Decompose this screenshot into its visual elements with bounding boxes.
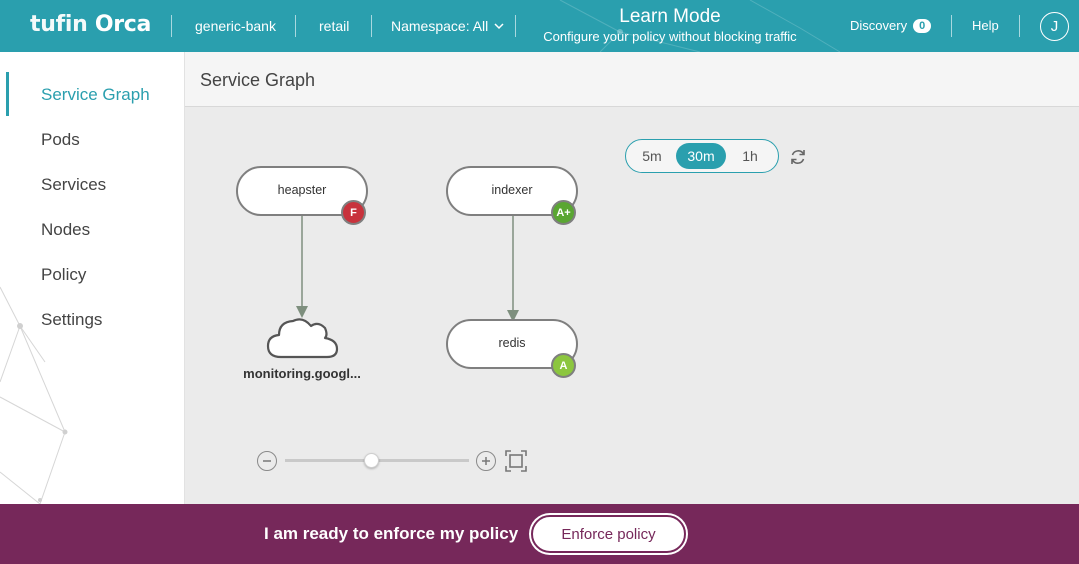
divider (1019, 15, 1020, 37)
namespace-label: Namespace: All (391, 18, 489, 34)
node-label: redis (498, 336, 526, 350)
cluster-selector[interactable]: retail (319, 18, 349, 34)
sidebar-item-pods[interactable]: Pods (41, 130, 80, 150)
time-range-5m[interactable]: 5m (630, 143, 674, 169)
sidebar-item-service-graph[interactable]: Service Graph (41, 85, 150, 105)
divider (295, 15, 296, 37)
network-decoration (0, 286, 68, 504)
enforce-message: I am ready to enforce my policy (264, 524, 519, 543)
active-indicator (6, 72, 9, 116)
tufin-orca-logo[interactable]: tufin Orca (30, 12, 151, 37)
minus-icon (263, 460, 271, 462)
cloud-icon[interactable] (265, 313, 341, 363)
node-label: indexer (491, 183, 533, 197)
discovery-button[interactable]: Discovery 0 (850, 18, 932, 33)
node-label: heapster (277, 183, 327, 197)
namespace-dropdown[interactable]: Namespace: All (391, 18, 504, 34)
sidebar-item-settings[interactable]: Settings (41, 310, 102, 330)
service-graph-canvas[interactable]: 5m 30m 1h heapster F indexer A+ redis A … (185, 107, 1079, 504)
time-range-toggle: 5m 30m 1h (625, 139, 779, 173)
divider (515, 15, 516, 37)
top-bar: tufin Orca generic-bank retail Namespace… (0, 0, 1079, 52)
time-range-1h[interactable]: 1h (728, 143, 772, 169)
help-link[interactable]: Help (972, 18, 999, 33)
fit-to-screen-icon[interactable] (505, 450, 527, 472)
sidebar-item-services[interactable]: Services (41, 175, 106, 195)
enforce-policy-bar: I am ready to enforce my policy Enforce … (0, 504, 1079, 564)
chevron-down-icon (494, 22, 504, 33)
discovery-label: Discovery (850, 18, 908, 33)
security-grade-badge: A+ (551, 200, 576, 225)
security-grade-badge: A (551, 353, 576, 378)
discovery-count-badge: 0 (913, 18, 932, 33)
learn-mode-banner: Learn Mode Configure your policy without… (530, 6, 810, 46)
user-avatar[interactable]: J (1040, 12, 1069, 41)
security-grade-badge: F (341, 200, 366, 225)
zoom-out-button[interactable] (257, 451, 277, 471)
account-selector[interactable]: generic-bank (195, 18, 276, 34)
page-header: Service Graph (185, 52, 1079, 107)
learn-mode-title: Learn Mode (619, 6, 721, 27)
external-service-label: monitoring.googl... (243, 366, 361, 381)
page-title: Service Graph (200, 70, 316, 90)
zoom-in-button[interactable] (476, 451, 496, 471)
divider (951, 15, 952, 37)
time-range-30m[interactable]: 30m (676, 143, 726, 169)
sidebar-item-nodes[interactable]: Nodes (41, 220, 90, 240)
divider (371, 15, 372, 37)
learn-mode-subtitle: Configure your policy without blocking t… (543, 29, 797, 44)
plus-icon (482, 457, 490, 465)
sidebar-item-policy[interactable]: Policy (41, 265, 86, 285)
enforce-policy-button[interactable]: Enforce policy (531, 515, 686, 553)
divider (171, 15, 172, 37)
sidebar: Service Graph Pods Services Nodes Policy… (0, 52, 185, 504)
refresh-icon[interactable] (788, 147, 808, 167)
